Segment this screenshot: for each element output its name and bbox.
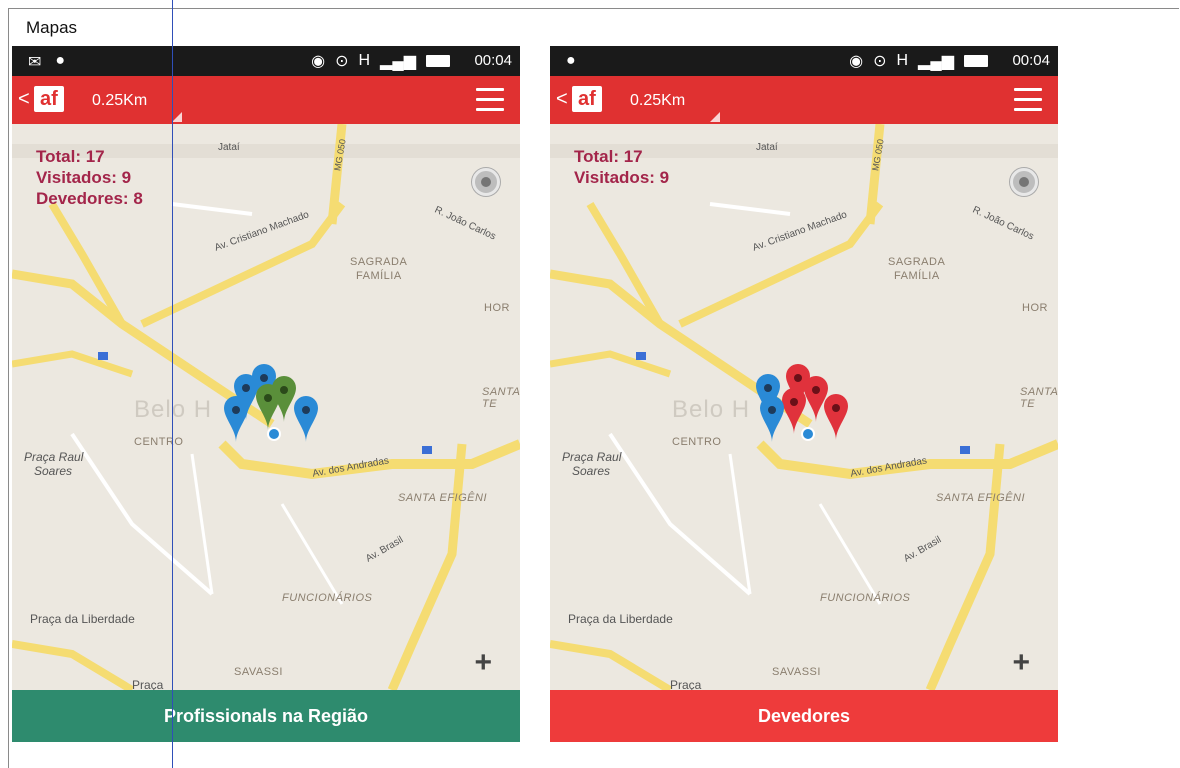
my-location-icon[interactable] (472, 168, 500, 196)
location-icon: ● (55, 52, 66, 69)
map-label-sagrada: SAGRADA (350, 256, 408, 268)
status-time: 00:04 (1012, 52, 1050, 69)
map-label-familia: FAMÍLIA (356, 270, 402, 282)
map-label-santa-tereza: SANTA TE (1020, 386, 1058, 410)
signal-icon: ▂▄▆ (918, 53, 954, 70)
network-icon: H (896, 52, 909, 69)
count-debtors: Devedores: 8 (36, 189, 143, 208)
app-bar: < af 0.25Km (12, 76, 520, 124)
map-label-hor: HOR (1022, 302, 1048, 314)
alarm-icon: ⊙ (335, 53, 349, 70)
map-label-hor: HOR (484, 302, 510, 314)
map-label-funcionarios: FUNCIONÁRIOS (282, 592, 373, 604)
status-bar: ● ◉ ⊙ H ▂▄▆ 00:04 (550, 46, 1058, 76)
map-label-santa-tereza: SANTA TE (482, 386, 520, 410)
current-location-dot (801, 427, 815, 441)
dropdown-indicator-icon (710, 112, 720, 122)
map-label-praca-liberdade: Praça da Liberdade (568, 612, 673, 626)
summary-counts: Total: 17 Visitados: 9 Devedores: 8 (36, 146, 143, 209)
app-bar: < af 0.25Km (550, 76, 1058, 124)
app-logo: af (34, 86, 64, 112)
map-label-praca-raul: Praça Raul (24, 450, 84, 464)
distance-selector[interactable]: 0.25Km (630, 92, 685, 110)
gps-icon: ◉ (849, 53, 864, 70)
map-label-soares: Soares (572, 464, 611, 478)
map-label-centro: CENTRO (672, 436, 722, 448)
map-label-familia: FAMÍLIA (894, 270, 940, 282)
signal-icon: ▂▄▆ (380, 53, 416, 70)
map-label-centro: CENTRO (134, 436, 184, 448)
app-logo: af (572, 86, 602, 112)
phone-screen-professionals: ✉ ● ◉ ⊙ H ▂▄▆ 00:04 < af 0.25Km Belo H C… (12, 46, 520, 742)
plus-icon[interactable]: + (1012, 646, 1030, 680)
current-location-dot (267, 427, 281, 441)
count-visited: Visitados: 9 (574, 168, 670, 187)
network-icon: H (358, 52, 371, 69)
location-icon: ● (566, 52, 576, 69)
status-bar: ✉ ● ◉ ⊙ H ▂▄▆ 00:04 (12, 46, 520, 76)
map-label-savassi: SAVASSI (772, 666, 821, 678)
alarm-icon: ⊙ (873, 53, 887, 70)
map-label-santa-efigenia: SANTA EFIGÊNI (398, 492, 488, 504)
map-label-santa-efigenia: SANTA EFIGÊNI (936, 492, 1026, 504)
count-visited: Visitados: 9 (36, 168, 132, 187)
map-label-sagrada: SAGRADA (888, 256, 946, 268)
map-label-soares: Soares (34, 464, 73, 478)
message-icon: ✉ (28, 54, 42, 71)
map-label-praca-liberdade: Praça da Liberdade (30, 612, 135, 626)
map-label-funcionarios: FUNCIONÁRIOS (820, 592, 911, 604)
battery-icon (426, 55, 450, 67)
dropdown-indicator-icon (172, 112, 182, 122)
back-icon[interactable]: < (18, 88, 30, 111)
hamburger-menu-icon[interactable] (476, 88, 504, 112)
battery-icon (964, 55, 988, 67)
summary-counts: Total: 17 Visitados: 9 (574, 146, 669, 188)
map-label-savassi: SAVASSI (234, 666, 283, 678)
phone-screen-debtors: ● ◉ ⊙ H ▂▄▆ 00:04 < af 0.25Km Belo H CEN… (550, 46, 1058, 742)
map-label-jatai: Jataí (218, 142, 240, 153)
distance-selector[interactable]: 0.25Km (92, 92, 147, 110)
debtors-button[interactable]: Devedores (550, 690, 1058, 742)
count-total: Total: 17 (36, 147, 105, 166)
professionals-button[interactable]: Profissionals na Região (12, 690, 520, 742)
map-label-praca-raul: Praça Raul (562, 450, 622, 464)
gps-icon: ◉ (311, 53, 326, 70)
annotation-vertical-line (172, 0, 173, 768)
back-icon[interactable]: < (556, 88, 568, 111)
status-time: 00:04 (474, 52, 512, 69)
document-title: Mapas (26, 18, 78, 37)
hamburger-menu-icon[interactable] (1014, 88, 1042, 112)
map-label-city: Belo H (134, 396, 213, 423)
count-total: Total: 17 (574, 147, 643, 166)
map-label-city: Belo H (672, 396, 751, 423)
map-label-jatai: Jataí (756, 142, 778, 153)
my-location-icon[interactable] (1010, 168, 1038, 196)
plus-icon[interactable]: + (474, 646, 492, 680)
